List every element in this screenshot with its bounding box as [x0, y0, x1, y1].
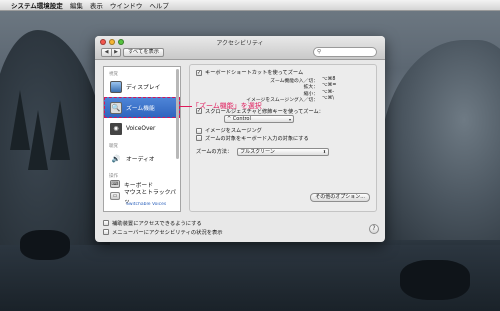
window-title: アクセシビリティ	[216, 40, 264, 47]
menu-help[interactable]: ヘルプ	[149, 0, 169, 10]
smooth-images-label: イメージをスムージング	[205, 128, 262, 135]
allow-assistive-checkbox[interactable]	[103, 219, 109, 226]
follow-focus-checkbox[interactable]	[196, 135, 202, 142]
follow-focus-label: ズームの対象をキーボード入力の対象にする	[205, 135, 309, 142]
more-options-button[interactable]: その他のオプション...	[310, 193, 370, 202]
show-menu-status-label: メニューバーにアクセシビリティの状況を表示	[112, 229, 223, 236]
keyboard-icon: ⌨	[110, 180, 120, 188]
sidebar-item-audio[interactable]: 🔊 オーディオ	[104, 148, 180, 169]
smooth-images-row: イメージをスムージング	[196, 127, 370, 135]
allow-assistive-row: 補助装置にアクセスできるようにする	[103, 218, 223, 227]
desktop-rock	[20, 230, 70, 260]
desktop-tree	[28, 110, 48, 170]
shortcut-list: ズーム機能の入／切： ⌥⌘8 拡大： ⌥⌘= 縮小： ⌥⌘- イメージをスムージ…	[224, 77, 344, 104]
audio-icon: 🔊	[111, 154, 121, 163]
desktop-tree	[10, 90, 30, 150]
search-field[interactable]: ⚲	[313, 47, 377, 57]
keyboard-shortcut-label: キーボードショートカットを使ってズーム	[205, 70, 304, 77]
menu-view[interactable]: 表示	[90, 0, 103, 10]
menu-bar: システム環境設定 編集 表示 ウインドウ ヘルプ	[0, 0, 500, 11]
accessibility-window: アクセシビリティ ◀ ▶ すべてを表示 ⚲ 視覚 ディスプレイ 🔍 ズーム機能 …	[95, 36, 385, 242]
search-input[interactable]	[321, 49, 376, 55]
category-hearing: 聴覚	[109, 144, 118, 149]
sidebar: 視覚 ディスプレイ 🔍 ズーム機能 ◉ VoiceOver 聴覚 🔊 オーディオ…	[103, 66, 181, 212]
modifier-key-popup[interactable]: ^ Control ▾	[224, 115, 294, 123]
annotation-pointer	[180, 106, 192, 107]
menu-edit[interactable]: 編集	[70, 0, 83, 10]
zoom-icon: 🔍	[110, 101, 122, 114]
show-all-button[interactable]: すべてを表示	[123, 48, 165, 57]
sidebar-item-display[interactable]: ディスプレイ	[104, 76, 180, 97]
sidebar-item-label: VoiceOver	[126, 125, 156, 132]
zoom-style-row: ズームの方法： フルスクリーン ⬍	[196, 147, 370, 156]
sidebar-item-label: オーディオ	[126, 157, 155, 163]
sidebar-item-voiceover[interactable]: ◉ VoiceOver	[104, 118, 180, 139]
allow-assistive-label: 補助装置にアクセスできるようにする	[112, 220, 202, 227]
category-interaction: 操作	[109, 174, 118, 179]
sidebar-item-zoom[interactable]: 🔍 ズーム機能	[104, 97, 180, 118]
category-vision: 視覚	[109, 72, 118, 77]
sidebar-scrollbar[interactable]	[176, 69, 179, 159]
bottom-options: 補助装置にアクセスできるようにする メニューバーにアクセシビリティの状況を表示	[103, 218, 223, 236]
popup-arrow-icon: ▾	[288, 116, 291, 122]
desktop-tree	[50, 100, 70, 160]
show-menu-status-checkbox[interactable]	[103, 228, 109, 235]
smooth-images-checkbox[interactable]	[196, 127, 202, 134]
sidebar-item-mouse[interactable]: ▭ マウスとトラックパッ	[104, 190, 180, 205]
show-menu-status-row: メニューバーにアクセシビリティの状況を表示	[103, 227, 223, 236]
nav-buttons: ◀ ▶	[101, 48, 121, 57]
sidebar-item-label: ディスプレイ	[126, 85, 161, 91]
forward-button[interactable]: ▶	[111, 49, 120, 56]
menu-app-name[interactable]: システム環境設定	[11, 0, 63, 10]
keyboard-shortcut-checkbox[interactable]: ✓	[196, 69, 202, 76]
popup-arrow-icon: ⬍	[322, 149, 327, 154]
menu-window[interactable]: ウインドウ	[110, 0, 143, 10]
back-button[interactable]: ◀	[102, 49, 111, 56]
help-button[interactable]: ?	[369, 224, 379, 234]
zoom-style-value: フルスクリーン	[240, 149, 275, 155]
shortcut-key: ⌥⌘\	[322, 96, 334, 101]
title-bar: アクセシビリティ ◀ ▶ すべてを表示 ⚲	[95, 36, 385, 60]
zoom-style-popup[interactable]: フルスクリーン ⬍	[237, 147, 330, 156]
keyboard-shortcut-row: ✓ キーボードショートカットを使ってズーム	[196, 69, 370, 77]
zoom-style-label: ズームの方法：	[196, 149, 233, 155]
zoom-settings-pane: ✓ キーボードショートカットを使ってズーム ズーム機能の入／切： ⌥⌘8 拡大：…	[189, 64, 377, 212]
sidebar-item-label: ズーム機能	[126, 106, 155, 112]
annotation-text: 「ズーム機能」を選択	[192, 102, 262, 110]
voiceover-icon: ◉	[110, 122, 122, 135]
mouse-icon: ▭	[110, 192, 120, 200]
modifier-key-value: ^ Control	[227, 116, 251, 122]
follow-focus-row: ズームの対象をキーボード入力の対象にする	[196, 135, 370, 143]
desktop-cliff-right	[380, 40, 500, 240]
desktop-rock	[400, 260, 470, 300]
display-icon	[110, 80, 122, 93]
